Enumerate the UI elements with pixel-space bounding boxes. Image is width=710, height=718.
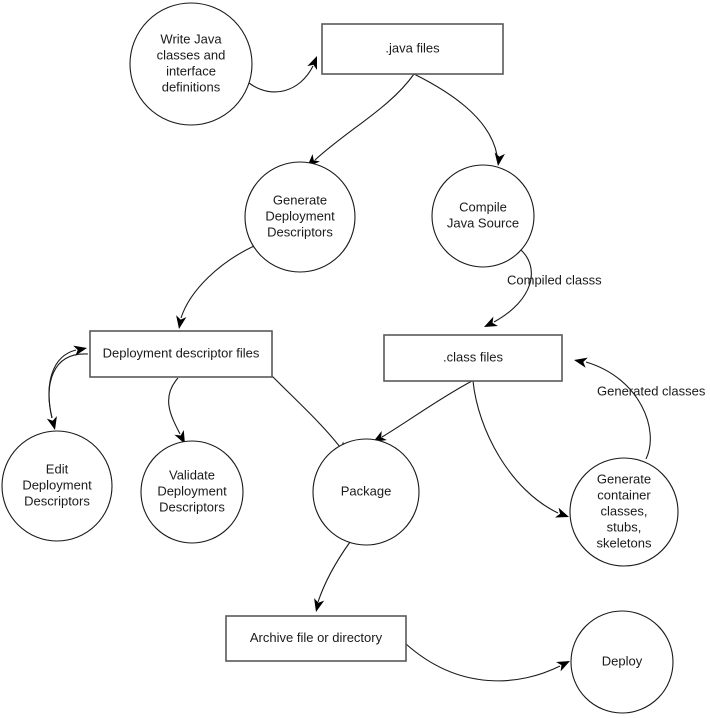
- node-generate-container-classes[interactable]: Generatecontainerclasses,stubs,skeletons: [569, 457, 679, 567]
- edge-write-java-to-java-files: [248, 56, 317, 93]
- node-label-line: Validate: [169, 467, 215, 482]
- node-label-line: interface: [166, 63, 216, 78]
- edge-path: [180, 245, 255, 319]
- edge-path: [168, 377, 181, 435]
- edge-path: [472, 380, 559, 514]
- arrowhead-icon: [494, 152, 505, 166]
- edge-path: [48, 353, 89, 419]
- edge-package-to-archive-file-or-directory: [314, 541, 351, 612]
- edge-generate-container-classes-to-class-files: [574, 357, 651, 460]
- node-label-line: container: [597, 487, 651, 502]
- nodes-layer: Write Javaclasses andinterfacedefinition…: [1, 2, 679, 714]
- node-label-line: Deployment: [157, 483, 227, 498]
- node-label-line: Deployment: [265, 208, 335, 223]
- edge-path: [381, 380, 473, 438]
- edge-label-compile-java-source-to-class-files: Compiled classs: [507, 272, 602, 287]
- node-label-line: Deployment descriptor files: [103, 345, 260, 360]
- flowchart-svg: Write Javaclasses andinterfacedefinition…: [1, 2, 706, 714]
- arrowhead-icon: [46, 416, 57, 430]
- node-package[interactable]: Package: [312, 438, 420, 546]
- arrowhead-icon: [307, 56, 317, 71]
- node-label-line: Compile: [459, 199, 507, 214]
- node-deployment-descriptor-files[interactable]: Deployment descriptor files: [89, 330, 273, 378]
- edge-label-generate-container-classes-to-class-files: Generated classes: [597, 383, 706, 398]
- node-label-line: Descriptors: [267, 224, 333, 239]
- node-label-line: classes and: [157, 47, 226, 62]
- edge-java-files-to-compile-java-source: [413, 73, 505, 166]
- arrowhead-icon: [555, 507, 569, 518]
- edge-java-files-to-generate-deployment-descriptors: [307, 73, 415, 167]
- node-label-line: Generate: [273, 192, 327, 207]
- node-label-line: .class files: [443, 349, 503, 364]
- node-label-line: Write Java: [160, 31, 222, 46]
- node-java-files[interactable]: .java files: [321, 23, 504, 75]
- node-label-line: stubs,: [607, 519, 642, 534]
- node-archive-file-or-directory[interactable]: Archive file or directory: [225, 615, 407, 662]
- node-generate-deployment-descriptors[interactable]: GenerateDeploymentDescriptors: [244, 161, 356, 273]
- edge-path: [317, 541, 351, 603]
- node-label-line: Java Source: [447, 215, 519, 230]
- edge-path: [585, 361, 651, 460]
- arrowhead-icon: [574, 357, 588, 368]
- edge-class-files-to-package: [373, 380, 473, 442]
- node-compile-java-source[interactable]: CompileJava Source: [431, 164, 535, 268]
- edge-deployment-descriptor-files-to-validate-deployment-descriptors: [168, 377, 185, 444]
- node-edit-deployment-descriptors[interactable]: EditDeploymentDescriptors: [1, 430, 113, 542]
- arrowhead-icon: [556, 661, 570, 672]
- flowchart-canvas: Write Java classes and interface definition…: [0, 0, 710, 718]
- edge-path: [314, 73, 415, 161]
- node-label-line: .java files: [385, 40, 440, 55]
- node-label-line: Edit: [46, 461, 69, 476]
- edge-path: [248, 65, 314, 93]
- node-label-line: Archive file or directory: [250, 630, 383, 645]
- node-class-files[interactable]: .class files: [383, 334, 563, 382]
- edge-path: [413, 73, 498, 156]
- node-label-line: Generate: [597, 471, 651, 486]
- node-label-line: Descriptors: [159, 499, 225, 514]
- edge-archive-file-or-directory-to-deploy: [405, 643, 570, 682]
- node-label-line: classes,: [601, 503, 648, 518]
- arrowhead-icon: [484, 316, 498, 327]
- arrowhead-icon: [314, 598, 325, 612]
- edge-path: [405, 643, 561, 682]
- node-validate-deployment-descriptors[interactable]: ValidateDeploymentDescriptors: [140, 440, 244, 544]
- edge-deployment-descriptor-files-to-edit-deployment-descriptors: [46, 353, 89, 430]
- edge-path: [271, 375, 341, 448]
- node-deploy[interactable]: Deploy: [570, 610, 674, 714]
- edge-class-files-to-generate-container-classes: [472, 380, 569, 518]
- node-label-line: Deploy: [602, 653, 643, 668]
- node-label-line: Deployment: [22, 477, 92, 492]
- node-label-line: Descriptors: [24, 493, 90, 508]
- node-write-java[interactable]: Write Javaclasses andinterfacedefinition…: [129, 2, 253, 126]
- node-label-line: definitions: [162, 79, 221, 94]
- node-label-line: skeletons: [597, 535, 652, 550]
- node-label-line: Package: [341, 483, 392, 498]
- edge-generate-deployment-descriptors-to-deployment-descriptor-files: [176, 245, 255, 329]
- arrowhead-icon: [176, 315, 187, 329]
